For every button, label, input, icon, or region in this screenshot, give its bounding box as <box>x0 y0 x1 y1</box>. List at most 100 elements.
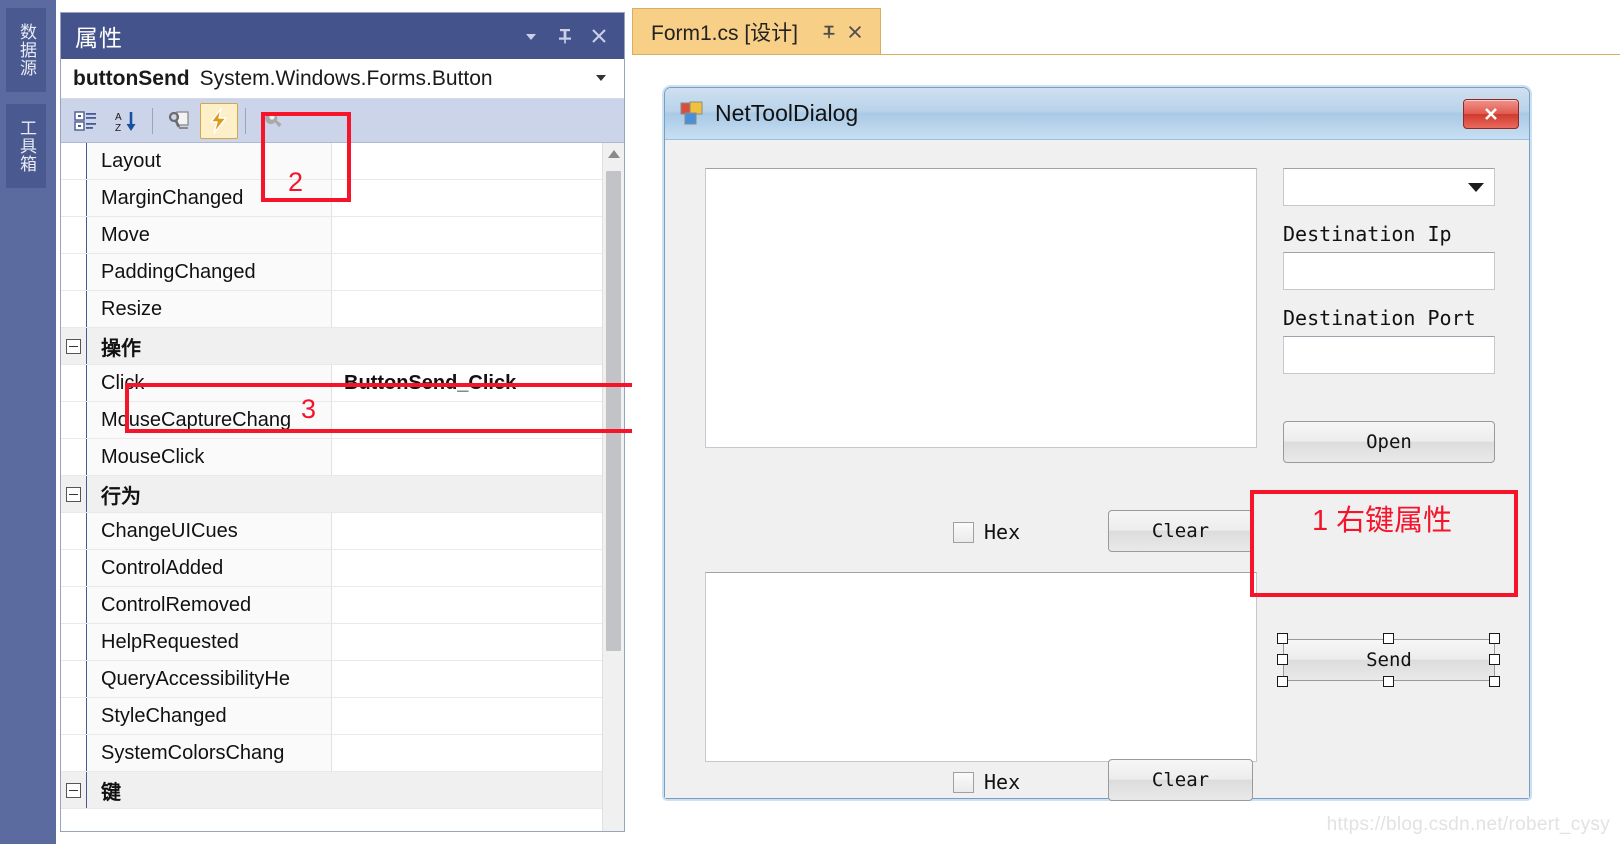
properties-row[interactable]: Layout <box>61 143 602 180</box>
properties-row[interactable]: ControlRemoved <box>61 587 602 624</box>
open-button[interactable]: Open <box>1283 421 1495 463</box>
property-value-cell[interactable] <box>332 439 602 475</box>
properties-titlebar: 属性 <box>61 13 624 59</box>
properties-row[interactable]: MouseClick <box>61 439 602 476</box>
chevron-down-icon[interactable] <box>516 21 546 51</box>
resize-grip-top-center[interactable] <box>1383 633 1394 644</box>
property-value-cell[interactable] <box>332 772 602 808</box>
close-icon[interactable] <box>584 21 614 51</box>
nettool-dialog-body: Hex Clear Hex Clear Destination Ip Desti… <box>665 140 1529 801</box>
property-value-cell[interactable] <box>332 624 602 660</box>
property-name-label: PaddingChanged <box>101 260 256 283</box>
properties-row[interactable]: MarginChanged <box>61 180 602 217</box>
property-value-cell[interactable] <box>332 217 602 253</box>
tab-form1-designer[interactable]: Form1.cs [设计] <box>632 8 882 54</box>
category-expander-cell[interactable] <box>61 772 87 808</box>
close-icon[interactable] <box>842 19 868 45</box>
property-name-label: Layout <box>101 149 162 172</box>
resize-grip-middle-left[interactable] <box>1277 654 1288 665</box>
properties-row[interactable]: Resize <box>61 291 602 328</box>
properties-category-row[interactable]: 操作 <box>61 328 602 365</box>
send-button[interactable]: Send <box>1283 639 1495 681</box>
property-name-cell: ChangeUICues <box>87 513 332 549</box>
chevron-down-icon[interactable] <box>594 72 616 86</box>
dock-tab-toolbox-label: 工具箱 <box>17 119 36 173</box>
properties-row[interactable]: SystemColorsChang <box>61 735 602 772</box>
pin-icon[interactable] <box>816 19 842 45</box>
hex-checkbox-top[interactable]: Hex <box>953 520 1020 544</box>
property-value-cell[interactable] <box>332 476 602 512</box>
property-name-label: Resize <box>101 297 163 320</box>
hex-checkbox-bottom[interactable]: Hex <box>953 770 1020 794</box>
properties-category-row[interactable]: 行为 <box>61 476 602 513</box>
properties-row[interactable]: ControlAdded <box>61 550 602 587</box>
property-name-label: HelpRequested <box>101 630 239 653</box>
property-value-cell[interactable] <box>332 550 602 586</box>
property-value-cell[interactable] <box>332 180 602 216</box>
properties-row[interactable]: StyleChanged <box>61 698 602 735</box>
pin-icon[interactable] <box>550 21 580 51</box>
category-expander-cell[interactable] <box>61 476 87 512</box>
collapse-icon[interactable] <box>66 338 81 354</box>
properties-view-icon[interactable] <box>160 103 198 139</box>
alphabetical-sort-icon[interactable]: A Z <box>107 103 145 139</box>
dock-tab-toolbox[interactable]: 工具箱 <box>6 104 46 188</box>
property-value-cell[interactable] <box>332 587 602 623</box>
dock-tab-data-sources[interactable]: 数据源 <box>6 8 46 92</box>
properties-row[interactable]: MouseCaptureChang <box>61 402 602 439</box>
property-value-cell[interactable] <box>332 735 602 771</box>
resize-grip-bottom-right[interactable] <box>1489 676 1500 687</box>
clear-button-top[interactable]: Clear <box>1108 510 1253 552</box>
category-expander-cell[interactable] <box>61 328 87 364</box>
destination-port-label: Destination Port <box>1283 306 1476 330</box>
properties-object-selector[interactable]: buttonSend System.Windows.Forms.Button <box>61 59 624 99</box>
property-value-cell[interactable] <box>332 328 602 364</box>
row-gutter <box>61 254 87 290</box>
property-name-label: 键 <box>101 781 121 804</box>
resize-grip-middle-right[interactable] <box>1489 654 1500 665</box>
scroll-up-icon[interactable] <box>603 143 625 165</box>
scrollbar-thumb[interactable] <box>606 171 621 651</box>
collapse-icon[interactable] <box>66 486 81 502</box>
properties-category-row[interactable]: 键 <box>61 772 602 809</box>
resize-grip-bottom-left[interactable] <box>1277 676 1288 687</box>
toolbar-separator <box>152 107 153 134</box>
properties-grid-scrollbar[interactable] <box>602 143 624 831</box>
property-value-cell[interactable] <box>332 143 602 179</box>
resize-grip-bottom-center[interactable] <box>1383 676 1394 687</box>
property-value-cell[interactable] <box>332 291 602 327</box>
property-pages-icon[interactable] <box>253 103 291 139</box>
close-icon[interactable] <box>1463 98 1519 129</box>
connection-type-combobox[interactable] <box>1283 168 1495 206</box>
property-name-cell: ControlRemoved <box>87 587 332 623</box>
property-value-cell[interactable] <box>332 513 602 549</box>
designer-canvas[interactable]: NetToolDialog Hex Clear Hex Clear Destin… <box>632 54 1620 844</box>
properties-row[interactable]: HelpRequested <box>61 624 602 661</box>
nettool-dialog-title: NetToolDialog <box>715 100 859 126</box>
resize-grip-top-right[interactable] <box>1489 633 1500 644</box>
property-name-cell: MarginChanged <box>87 180 332 216</box>
collapse-icon[interactable] <box>66 782 81 798</box>
property-value-cell[interactable]: ButtonSend_Click <box>332 365 602 401</box>
destination-port-input[interactable] <box>1283 336 1495 374</box>
property-value-cell[interactable] <box>332 402 602 438</box>
properties-row[interactable]: Move <box>61 217 602 254</box>
row-gutter <box>61 180 87 216</box>
properties-row[interactable]: PaddingChanged <box>61 254 602 291</box>
property-name-label: Move <box>101 223 150 246</box>
receive-textbox[interactable] <box>705 168 1257 448</box>
destination-ip-input[interactable] <box>1283 252 1495 290</box>
properties-row[interactable]: Click ButtonSend_Click <box>61 365 602 402</box>
properties-row[interactable]: ChangeUICues <box>61 513 602 550</box>
clear-button-bottom[interactable]: Clear <box>1108 759 1253 801</box>
property-value-cell[interactable] <box>332 254 602 290</box>
events-view-icon[interactable] <box>200 102 238 139</box>
resize-grip-top-left[interactable] <box>1277 633 1288 644</box>
categorized-view-icon[interactable] <box>67 103 105 139</box>
checkbox-box-icon <box>953 771 974 793</box>
send-textbox[interactable] <box>705 572 1257 762</box>
properties-row[interactable]: QueryAccessibilityHe <box>61 661 602 698</box>
property-value-cell[interactable] <box>332 698 602 734</box>
property-name-cell: MouseClick <box>87 439 332 475</box>
property-value-cell[interactable] <box>332 661 602 697</box>
